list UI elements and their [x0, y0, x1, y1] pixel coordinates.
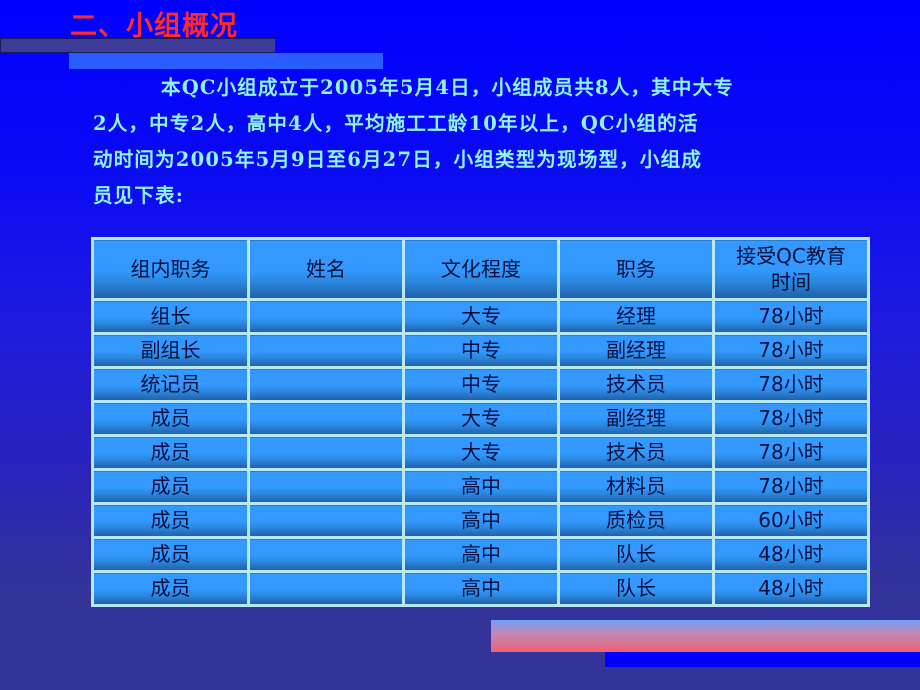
cell-name [247, 400, 405, 437]
slide-title: 二、小组概况 [70, 11, 238, 42]
cell-position: 质检员 [557, 502, 715, 539]
members-table: 组内职务 姓名 文化程度 职务 接受QC教育 时间 组长 大专 经理 78小时 副组长中… [91, 237, 870, 607]
cell-role: 成员 [91, 502, 250, 539]
header-training: 接受QC教育 时间 [712, 237, 870, 301]
cell-education: 高中 [402, 570, 560, 607]
cell-role: 成员 [91, 400, 250, 437]
cell-education: 中专 [402, 332, 560, 369]
cell-name [247, 332, 405, 369]
cell-role: 统记员 [91, 366, 250, 403]
table-row: 副组长 中专 副经理 78小时 [91, 332, 870, 369]
cell-training: 48小时 [712, 570, 870, 607]
cell-role: 成员 [91, 434, 250, 471]
cell-name [247, 468, 405, 505]
table-row: 成员 高中 材料员 78小时 [91, 468, 870, 505]
cell-name [247, 298, 405, 335]
cell-role: 成员 [91, 468, 250, 505]
cell-position: 材料员 [557, 468, 715, 505]
cell-role: 成员 [91, 536, 250, 573]
cell-name [247, 536, 405, 573]
decorative-blue-bar [605, 652, 920, 667]
cell-position: 技术员 [557, 434, 715, 471]
cell-training: 60小时 [712, 502, 870, 539]
decorative-gradient-bar [491, 620, 920, 652]
cell-training: 78小时 [712, 366, 870, 403]
cell-training: 78小时 [712, 332, 870, 369]
paragraph-line: 本QC小组成立于2005年5月4日，小组成员共8人，其中大专 [161, 76, 734, 99]
header-position: 职务 [557, 237, 715, 301]
title-underline-light-bar [69, 53, 383, 69]
header-name: 姓名 [247, 237, 405, 301]
cell-education: 高中 [402, 502, 560, 539]
cell-name [247, 366, 405, 403]
cell-position: 副经理 [557, 400, 715, 437]
cell-position: 副经理 [557, 332, 715, 369]
cell-role: 副组长 [91, 332, 250, 369]
cell-position: 队长 [557, 536, 715, 573]
intro-paragraph: 本QC小组成立于2005年5月4日，小组成员共8人，其中大专 2人，中专2人，高… [93, 70, 823, 214]
cell-education: 大专 [402, 298, 560, 335]
table-row: 成员 高中 质检员 60小时 [91, 502, 870, 539]
table-row: 统记员 中专 技术员 78小时 [91, 366, 870, 403]
cell-education: 大专 [402, 400, 560, 437]
paragraph-line: 员见下表: [93, 184, 185, 207]
table-row: 成员 大专 副经理 78小时 [91, 400, 870, 437]
cell-position: 技术员 [557, 366, 715, 403]
table-row: 成员 高中 队长 48小时 [91, 536, 870, 573]
table-row: 组长 大专 经理 78小时 [91, 298, 870, 335]
table-header-row: 组内职务 姓名 文化程度 职务 接受QC教育 时间 [91, 237, 870, 301]
cell-name [247, 434, 405, 471]
cell-position: 经理 [557, 298, 715, 335]
paragraph-line: 2人，中专2人，高中4人，平均施工工龄10年以上，QC小组的活 [93, 112, 699, 135]
paragraph-line: 动时间为2005年5月9日至6月27日，小组类型为现场型，小组成 [93, 148, 703, 171]
header-role: 组内职务 [91, 237, 250, 301]
cell-training: 78小时 [712, 468, 870, 505]
table-row: 成员 高中 队长 48小时 [91, 570, 870, 607]
cell-training: 78小时 [712, 298, 870, 335]
cell-position: 队长 [557, 570, 715, 607]
cell-role: 组长 [91, 298, 250, 335]
cell-education: 高中 [402, 468, 560, 505]
cell-role: 成员 [91, 570, 250, 607]
cell-training: 78小时 [712, 434, 870, 471]
cell-education: 大专 [402, 434, 560, 471]
cell-name [247, 570, 405, 607]
cell-training: 78小时 [712, 400, 870, 437]
cell-education: 高中 [402, 536, 560, 573]
cell-education: 中专 [402, 366, 560, 403]
header-education: 文化程度 [402, 237, 560, 301]
cell-training: 48小时 [712, 536, 870, 573]
cell-name [247, 502, 405, 539]
table-row: 成员 大专 技术员 78小时 [91, 434, 870, 471]
